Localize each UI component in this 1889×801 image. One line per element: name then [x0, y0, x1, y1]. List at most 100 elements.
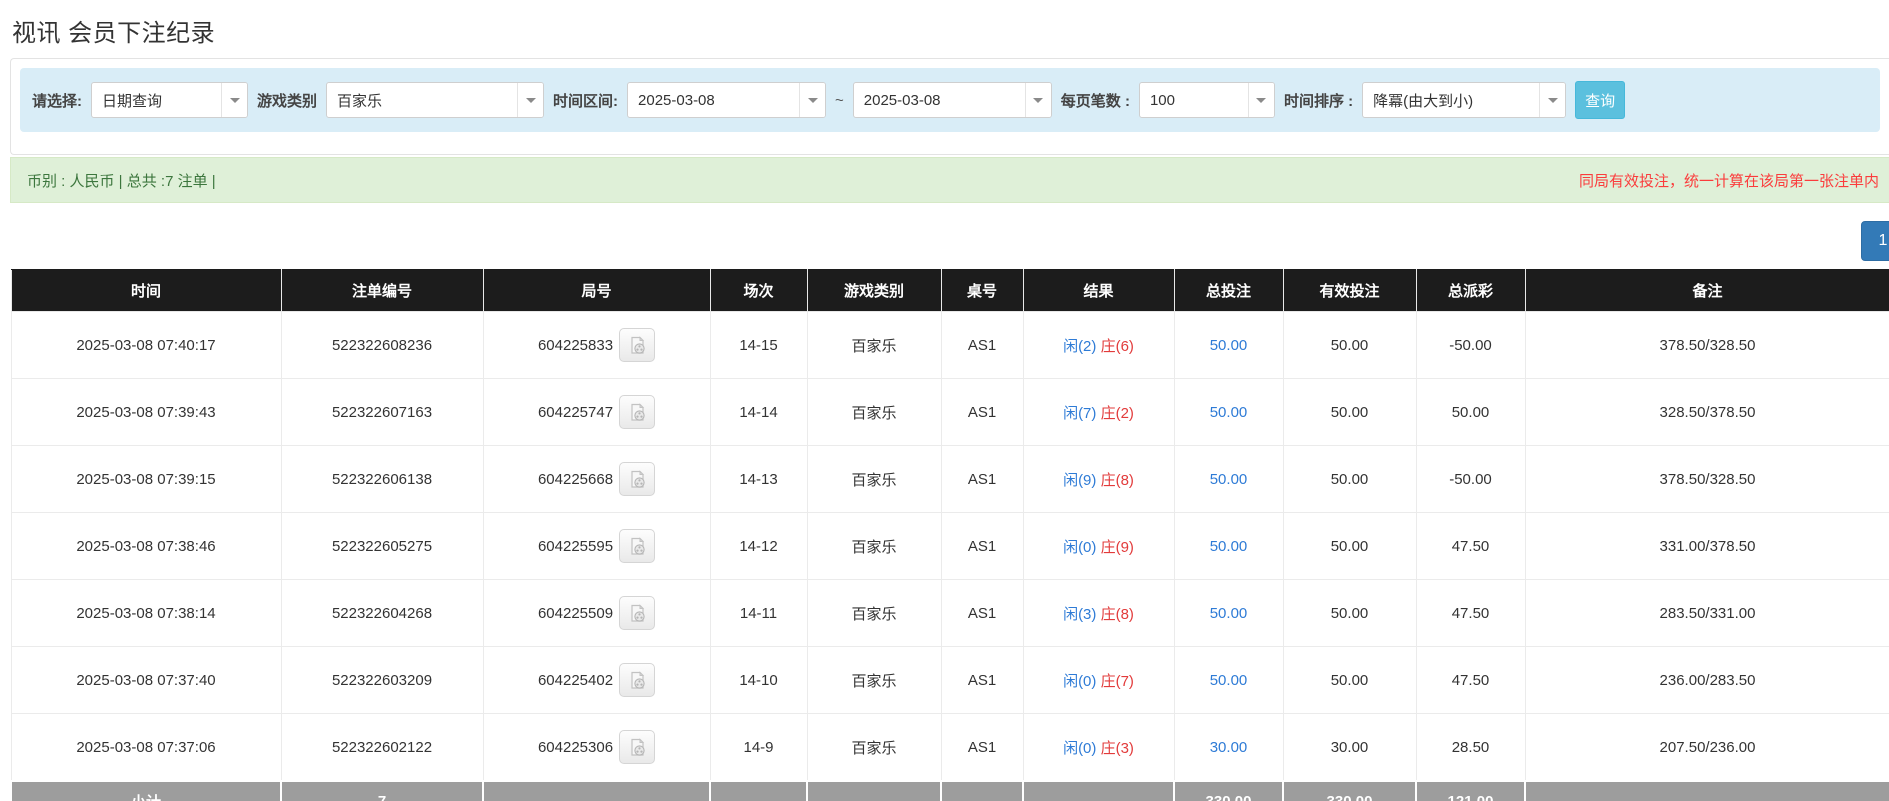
cell-remark: 331.00/378.50: [1524, 512, 1889, 580]
cell-time: 2025-03-08 07:39:15: [10, 445, 282, 513]
table-header: 时间 注单编号 局号 场次 游戏类别 桌号 结果 总投注 有效投注 总派彩 备注: [10, 269, 1889, 312]
table-header-row: 时间 注单编号 局号 场次 游戏类别 桌号 结果 总投注 有效投注 总派彩 备注: [10, 269, 1889, 312]
query-type-value: 日期查询: [102, 92, 163, 110]
subtotal-payout: 121.00: [1415, 780, 1526, 801]
cell-result: 闲(0) 庄(9): [1022, 512, 1175, 580]
cell-session: 14-12: [709, 512, 808, 580]
cell-valid-bet: 50.00: [1282, 311, 1417, 379]
total-bet-link[interactable]: 50.00: [1210, 672, 1248, 689]
date-to-select[interactable]: 2025-03-08: [852, 82, 1052, 118]
time-sort-select[interactable]: 降冪(由大到小): [1362, 82, 1567, 118]
col-header-session: 场次: [709, 269, 808, 312]
table-summary: 小计 7 330.00 330.00 121.00 总计 7: [10, 780, 1889, 801]
cell-round-no: 604225595: [482, 512, 711, 580]
result-banker-value: 庄(8): [1100, 471, 1134, 489]
cell-bet-no: 522322607163: [280, 378, 484, 446]
filter-toolbar: 请选择: 日期查询 游戏类别 百家乐 时间区间: 2025-03-08 ~ 20…: [20, 68, 1880, 132]
cell-remark: 378.50/328.50: [1524, 445, 1889, 513]
subtotal-label: 小计: [10, 780, 282, 801]
currency-summary-text: 币别 : 人民币 | 总共 :7 注单 |: [27, 172, 216, 190]
cell-game-type: 百家乐: [806, 646, 942, 714]
result-player-value: 闲(9): [1063, 471, 1097, 489]
chevron-down-icon[interactable]: [221, 83, 247, 117]
total-bet-link[interactable]: 50.00: [1210, 605, 1248, 622]
col-header-remark: 备注: [1524, 269, 1889, 312]
search-button[interactable]: 查询: [1575, 81, 1626, 119]
total-bet-link[interactable]: 50.00: [1210, 337, 1248, 354]
cell-table-no: AS1: [940, 445, 1024, 513]
per-page-select[interactable]: 100: [1138, 82, 1275, 118]
chevron-down-icon[interactable]: [517, 83, 544, 117]
video-replay-button[interactable]: [619, 529, 656, 563]
result-player-value: 闲(0): [1063, 739, 1097, 757]
total-bet-link[interactable]: 30.00: [1210, 739, 1248, 756]
total-bet-link[interactable]: 50.00: [1210, 404, 1248, 421]
select-type-label: 请选择:: [32, 92, 82, 110]
summary-alert: 币别 : 人民币 | 总共 :7 注单 | 同局有效投注，统一计算在该局第一张注…: [10, 157, 1889, 203]
subtotal-row: 小计 7 330.00 330.00 121.00: [10, 780, 1889, 801]
cell-time: 2025-03-08 07:37:06: [10, 713, 282, 782]
page-1-button[interactable]: 1: [1861, 221, 1889, 261]
result-player-value: 闲(0): [1063, 538, 1097, 556]
subtotal-count: 7: [280, 780, 484, 801]
table-body: 2025-03-08 07:40:17 522322608236 6042258…: [10, 311, 1889, 782]
video-replay-button[interactable]: [619, 395, 656, 429]
col-header-game-type: 游戏类别: [806, 269, 942, 312]
cell-bet-no: 522322606138: [280, 445, 484, 513]
game-type-label: 游戏类别: [257, 92, 318, 110]
cell-result: 闲(3) 庄(8): [1022, 579, 1175, 647]
total-bet-link[interactable]: 50.00: [1210, 538, 1248, 555]
table-row: 2025-03-08 07:39:43 522322607163 6042257…: [10, 378, 1889, 446]
time-range-label: 时间区间:: [553, 92, 619, 110]
cell-bet-no: 522322605275: [280, 512, 484, 580]
cell-total-bet: 50.00: [1173, 579, 1284, 647]
video-replay-button[interactable]: [619, 328, 656, 362]
col-header-bet-no: 注单编号: [280, 269, 484, 312]
video-replay-button[interactable]: [619, 663, 656, 697]
round-no-value: 604225509: [537, 604, 614, 622]
round-no-value: 604225747: [537, 403, 614, 421]
result-banker-value: 庄(8): [1100, 605, 1134, 623]
chevron-down-icon[interactable]: [799, 83, 826, 117]
cell-session: 14-9: [709, 713, 808, 782]
cell-result: 闲(0) 庄(3): [1022, 713, 1175, 782]
cell-game-type: 百家乐: [806, 445, 942, 513]
cell-table-no: AS1: [940, 512, 1024, 580]
cell-session: 14-13: [709, 445, 808, 513]
cell-remark: 378.50/328.50: [1524, 311, 1889, 379]
cell-game-type: 百家乐: [806, 378, 942, 446]
total-bet-link[interactable]: 50.00: [1210, 471, 1248, 488]
query-type-select[interactable]: 日期查询: [91, 82, 248, 118]
date-from-select[interactable]: 2025-03-08: [627, 82, 827, 118]
video-replay-button[interactable]: [619, 596, 656, 630]
film-file-icon: [630, 603, 645, 622]
cell-payout: 28.50: [1415, 713, 1526, 782]
chevron-down-icon[interactable]: [1539, 83, 1566, 117]
page: 视讯 会员下注纪录 请选择: 日期查询 游戏类别 百家乐 时间区间: 2025-…: [0, 0, 1889, 801]
result-player-value: 闲(0): [1063, 672, 1097, 690]
cell-time: 2025-03-08 07:38:14: [10, 579, 282, 647]
cell-bet-no: 522322604268: [280, 579, 484, 647]
result-banker-value: 庄(6): [1100, 337, 1134, 355]
cell-round-no: 604225509: [482, 579, 711, 647]
cell-total-bet: 50.00: [1173, 311, 1284, 379]
video-replay-button[interactable]: [619, 462, 656, 496]
chevron-down-icon[interactable]: [1247, 83, 1274, 117]
cell-time: 2025-03-08 07:38:46: [10, 512, 282, 580]
cell-game-type: 百家乐: [806, 713, 942, 782]
cell-valid-bet: 50.00: [1282, 445, 1417, 513]
cell-payout: 47.50: [1415, 579, 1526, 647]
filter-panel: 请选择: 日期查询 游戏类别 百家乐 时间区间: 2025-03-08 ~ 20…: [10, 58, 1889, 155]
video-replay-button[interactable]: [619, 730, 656, 764]
film-file-icon: [630, 335, 645, 354]
col-header-time: 时间: [10, 269, 282, 312]
col-header-payout: 总派彩: [1415, 269, 1526, 312]
cell-valid-bet: 50.00: [1282, 512, 1417, 580]
cell-remark: 328.50/378.50: [1524, 378, 1889, 446]
game-type-select[interactable]: 百家乐: [326, 82, 545, 118]
cell-remark: 207.50/236.00: [1524, 713, 1889, 782]
round-no-value: 604225668: [537, 470, 614, 488]
cell-round-no: 604225747: [482, 378, 711, 446]
cell-payout: -50.00: [1415, 445, 1526, 513]
chevron-down-icon[interactable]: [1024, 83, 1051, 117]
